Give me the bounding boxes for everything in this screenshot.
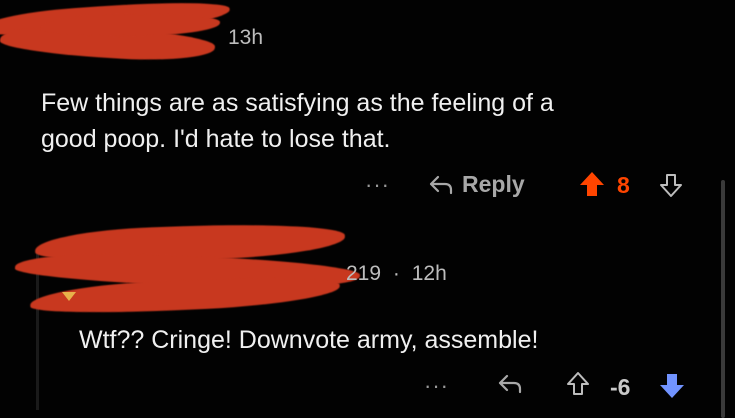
comment-1-text-line-2: good poop. I'd hate to lose that.: [41, 125, 391, 153]
comment-2-separator: ·: [392, 262, 400, 285]
comment-1-reply-button[interactable]: Reply: [428, 171, 525, 198]
comment-1-score: 8: [617, 172, 630, 198]
reply-arrow-icon: [428, 174, 454, 196]
reply-label: Reply: [462, 171, 525, 197]
comment-2-more-options-icon[interactable]: ···: [424, 373, 449, 399]
upvote-arrow-icon[interactable]: [578, 170, 606, 198]
comment-2-reply-arrow-icon[interactable]: [497, 373, 523, 395]
comment-2-timestamp: 12h: [411, 262, 447, 285]
comment-1-more-options-icon[interactable]: ···: [365, 172, 390, 198]
downvote-arrow-icon[interactable]: [659, 172, 683, 198]
comment-1-text-line-1: Few things are as satisfying as the feel…: [41, 89, 554, 117]
comment-2-upvote-arrow-icon[interactable]: [566, 371, 590, 397]
comment-2-author-fragment: 219: [346, 262, 382, 285]
comment-2-meta: 219 · 12h: [346, 262, 447, 286]
comment-2-text: Wtf?? Cringe! Downvote army, assemble!: [79, 326, 539, 354]
comment-1-timestamp: 13h: [228, 26, 264, 49]
comment-2-downvote-arrow-icon[interactable]: [658, 372, 686, 400]
flair-triangle: [62, 292, 76, 301]
scrollbar[interactable]: [721, 180, 725, 418]
comment-2-score: -6: [610, 374, 631, 400]
